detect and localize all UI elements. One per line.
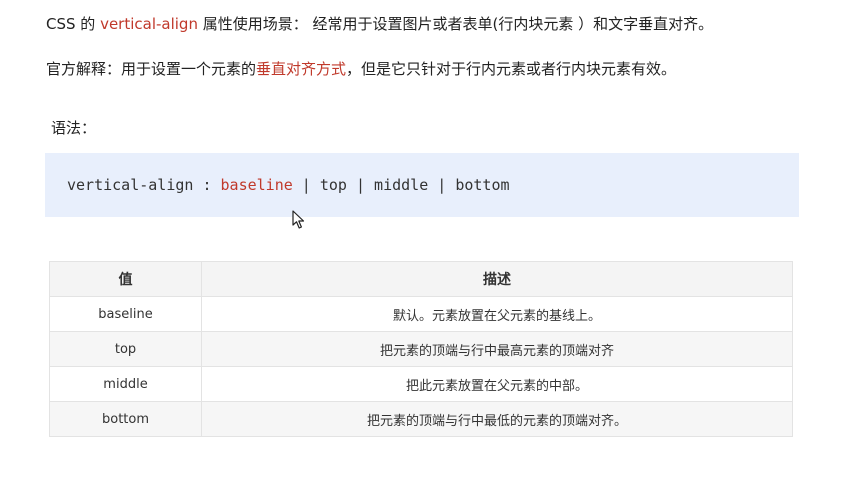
vertical-align-keyword: vertical-align bbox=[100, 15, 198, 33]
header-description: 描述 bbox=[201, 261, 793, 297]
table-row: top 把元素的顶端与行中最高元素的顶端对齐 bbox=[49, 331, 793, 367]
intro-line-2: 官方解释：用于设置一个元素的垂直对齐方式，但是它只针对于行内元素或者行内块元素有… bbox=[46, 59, 676, 79]
mouse-pointer-icon bbox=[292, 210, 305, 229]
syntax-code: vertical-align : baseline | top | middle… bbox=[67, 175, 510, 195]
intro-line-2-prefix: 官方解释：用于设置一个元素的 bbox=[46, 60, 257, 78]
intro-line-1-suffix: 属性使用场景： 经常用于设置图片或者表单(行内块元素 ）和文字垂直对齐。 bbox=[197, 15, 714, 33]
table-header-row: 值 描述 bbox=[49, 261, 793, 297]
description-cell: 默认。元素放置在父元素的基线上。 bbox=[201, 296, 793, 332]
code-keyword-baseline: baseline bbox=[220, 176, 293, 194]
vertical-align-values-table: 值 描述 baseline 默认。元素放置在父元素的基线上。 top 把元素的顶… bbox=[49, 261, 793, 437]
code-suffix: | top | middle | bottom bbox=[292, 176, 510, 194]
table-row: baseline 默认。元素放置在父元素的基线上。 bbox=[49, 296, 793, 332]
value-cell: bottom bbox=[49, 401, 202, 437]
syntax-label: 语法： bbox=[51, 119, 97, 137]
value-cell: middle bbox=[49, 366, 202, 402]
syntax-code-block: vertical-align : baseline | top | middle… bbox=[45, 153, 799, 217]
code-prefix: vertical-align : bbox=[67, 176, 221, 194]
table-row: middle 把此元素放置在父元素的中部。 bbox=[49, 366, 793, 402]
header-value: 值 bbox=[49, 261, 202, 297]
table-row: bottom 把元素的顶端与行中最低的元素的顶端对齐。 bbox=[49, 401, 793, 437]
description-cell: 把元素的顶端与行中最高元素的顶端对齐 bbox=[201, 331, 793, 367]
value-cell: baseline bbox=[49, 296, 202, 332]
intro-line-1-prefix: CSS 的 bbox=[46, 15, 101, 33]
description-cell: 把此元素放置在父元素的中部。 bbox=[201, 366, 793, 402]
vertical-alignment-highlight: 垂直对齐方式 bbox=[256, 60, 347, 78]
description-cell: 把元素的顶端与行中最低的元素的顶端对齐。 bbox=[201, 401, 793, 437]
value-cell: top bbox=[49, 331, 202, 367]
intro-line-2-suffix: ，但是它只针对于行内元素或者行内块元素有效。 bbox=[346, 60, 677, 78]
intro-line-1: CSS 的 vertical-align 属性使用场景： 经常用于设置图片或者表… bbox=[46, 14, 713, 34]
